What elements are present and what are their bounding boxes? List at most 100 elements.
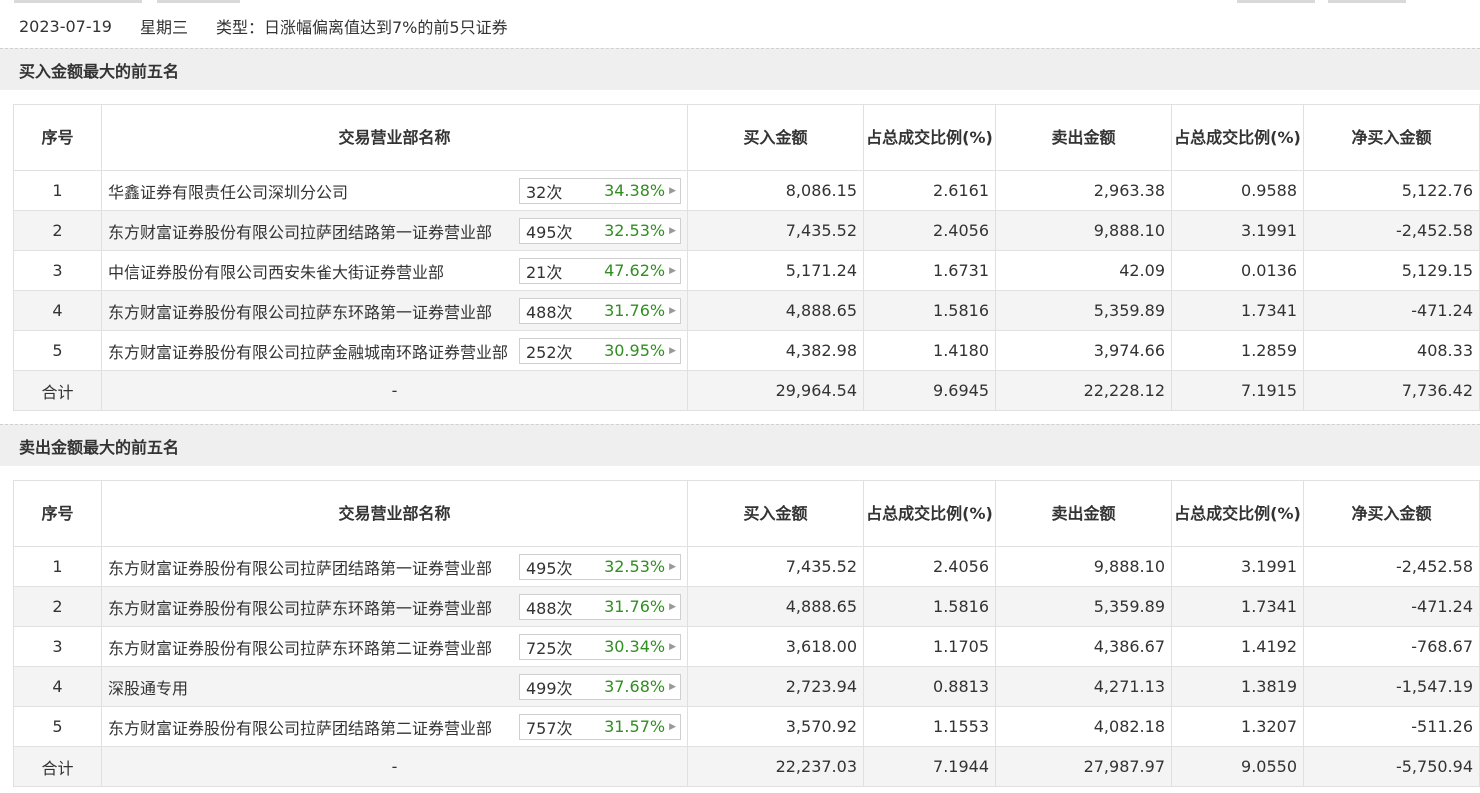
branch-wrap: 东方财富证券股份有限公司拉萨金融城南环路证券营业部 252次 30.95% ▶ [108,337,681,364]
branch-wrap: 东方财富证券股份有限公司拉萨东环路第一证券营业部 488次 31.76% ▶ [108,593,681,620]
total-sell-amount: 22,228.12 [995,370,1172,411]
buy-ratio: 1.5816 [863,586,996,627]
branch-stat-button[interactable]: 252次 30.95% ▶ [519,337,681,364]
table-row[interactable]: 3 中信证券股份有限公司西安朱雀大街证券营业部 21次 47.62% ▶ 5,171.24… [13,250,1480,291]
trade-info-line: 2023-07-19 星期三 类型：日涨幅偏离值达到7%的前5只证券 [0,6,1480,46]
branch-name-link[interactable]: 东方财富证券股份有限公司拉萨东环路第二证券营业部 [108,635,492,659]
col-header-buy-ratio[interactable]: 占总成交比例(%) [863,104,996,171]
sell-ratio: 3.1991 [1171,210,1304,251]
top-tab-edge [1328,0,1406,3]
branch-name-link[interactable]: 东方财富证券股份有限公司拉萨金融城南环路证券营业部 [108,339,508,363]
sell-amount: 4,082.18 [995,706,1172,747]
success-rate: 30.34% [604,637,666,656]
success-rate: 34.38% [604,181,666,200]
col-header-name[interactable]: 交易营业部名称 [101,104,688,171]
sell-ratio: 1.7341 [1171,586,1304,627]
col-header-sell-ratio[interactable]: 占总成交比例(%) [1171,104,1304,171]
branch-name-link[interactable]: 深股通专用 [108,675,188,699]
branch-stat-button[interactable]: 32次 34.38% ▶ [519,177,681,204]
listing-count: 757次 [526,718,573,738]
buy-amount: 3,570.92 [687,706,864,747]
sell-section-title: 卖出金额最大的前五名 [0,424,1480,466]
col-header-buy[interactable]: 买入金额 [687,480,864,547]
branch-name-link[interactable]: 东方财富证券股份有限公司拉萨团结路第一证券营业部 [108,555,492,579]
listing-count: 495次 [526,222,573,242]
total-name-placeholder: - [101,746,688,787]
total-label: 合计 [13,746,102,787]
sell-amount: 5,359.89 [995,290,1172,331]
row-index: 4 [13,666,102,707]
row-index: 5 [13,706,102,747]
branch-stat-button[interactable]: 757次 31.57% ▶ [519,713,681,740]
buy-amount: 4,888.65 [687,586,864,627]
branch-stat-button[interactable]: 725次 30.34% ▶ [519,633,681,660]
table-row[interactable]: 1 东方财富证券股份有限公司拉萨团结路第一证券营业部 495次 32.53% ▶ 7,43… [13,546,1480,587]
col-header-sell[interactable]: 卖出金额 [995,104,1172,171]
triangle-right-icon: ▶ [669,561,676,572]
table-row[interactable]: 5 东方财富证券股份有限公司拉萨金融城南环路证券营业部 252次 30.95% ▶ 4,3… [13,330,1480,371]
triangle-right-icon: ▶ [669,345,676,356]
branch-stat-button[interactable]: 495次 32.53% ▶ [519,553,681,580]
branch-wrap: 华鑫证券有限责任公司深圳分公司 32次 34.38% ▶ [108,177,681,204]
buy-amount: 7,435.52 [687,546,864,587]
table-row[interactable]: 3 东方财富证券股份有限公司拉萨东环路第二证券营业部 725次 30.34% ▶ 3,61… [13,626,1480,667]
total-sell-ratio: 9.0550 [1171,746,1304,787]
col-header-sell[interactable]: 卖出金额 [995,480,1172,547]
sell-ratio: 3.1991 [1171,546,1304,587]
sell-amount: 42.09 [995,250,1172,291]
sell-ratio: 1.3207 [1171,706,1304,747]
listing-count: 21次 [526,262,563,282]
branch-name-link[interactable]: 中信证券股份有限公司西安朱雀大街证券营业部 [108,259,444,283]
total-row: 合计 -29,964.54 9.6945 22,228.12 7.1915 7,736.4… [13,370,1480,411]
success-rate: 37.68% [604,677,666,696]
row-index: 4 [13,290,102,331]
sell-amount: 4,271.13 [995,666,1172,707]
trade-weekday: 星期三 [139,18,188,37]
branch-name-link[interactable]: 华鑫证券有限责任公司深圳分公司 [108,179,348,203]
success-rate: 32.53% [604,221,666,240]
triangle-right-icon: ▶ [669,305,676,316]
triangle-right-icon: ▶ [669,721,676,732]
branch-name-link[interactable]: 东方财富证券股份有限公司拉萨团结路第二证券营业部 [108,715,492,739]
triangle-right-icon: ▶ [669,185,676,196]
col-header-sell-ratio[interactable]: 占总成交比例(%) [1171,480,1304,547]
branch-name-link[interactable]: 东方财富证券股份有限公司拉萨团结路第一证券营业部 [108,219,492,243]
branch-cell: 东方财富证券股份有限公司拉萨团结路第二证券营业部 757次 31.57% ▶ [101,706,688,747]
branch-name-link[interactable]: 东方财富证券股份有限公司拉萨东环路第一证券营业部 [108,595,492,619]
row-index: 2 [13,210,102,251]
col-header-buy-ratio[interactable]: 占总成交比例(%) [863,480,996,547]
buy-amount: 8,086.15 [687,170,864,211]
total-buy-amount: 29,964.54 [687,370,864,411]
triangle-right-icon: ▶ [669,601,676,612]
table-row[interactable]: 5 东方财富证券股份有限公司拉萨团结路第二证券营业部 757次 31.57% ▶ 3,57… [13,706,1480,747]
sell-amount: 5,359.89 [995,586,1172,627]
branch-stat-button[interactable]: 495次 32.53% ▶ [519,217,681,244]
listing-count: 488次 [526,598,573,618]
col-header-net[interactable]: 净买入金额 [1303,480,1480,547]
triangle-right-icon: ▶ [669,225,676,236]
branch-name-link[interactable]: 东方财富证券股份有限公司拉萨东环路第一证券营业部 [108,299,492,323]
table-row[interactable]: 4 深股通专用 499次 37.68% ▶ 2,723.94 0.8813 4,271.13 1… [13,666,1480,707]
success-rate: 31.76% [604,597,666,616]
col-header-name[interactable]: 交易营业部名称 [101,480,688,547]
table-row[interactable]: 2 东方财富证券股份有限公司拉萨东环路第一证券营业部 488次 31.76% ▶ 4,88… [13,586,1480,627]
table-row[interactable]: 1 华鑫证券有限责任公司深圳分公司 32次 34.38% ▶ 8,086.15 2.6161… [13,170,1480,211]
success-rate: 32.53% [604,557,666,576]
col-header-buy[interactable]: 买入金额 [687,104,864,171]
branch-stat-button[interactable]: 21次 47.62% ▶ [519,257,681,284]
branch-stat-button[interactable]: 488次 31.76% ▶ [519,593,681,620]
table-row[interactable]: 4 东方财富证券股份有限公司拉萨东环路第一证券营业部 488次 31.76% ▶ 4,88… [13,290,1480,331]
branch-stat-button[interactable]: 488次 31.76% ▶ [519,297,681,324]
table-row[interactable]: 2 东方财富证券股份有限公司拉萨团结路第一证券营业部 495次 32.53% ▶ 7,43… [13,210,1480,251]
success-rate: 47.62% [604,261,666,280]
branch-cell: 东方财富证券股份有限公司拉萨东环路第二证券营业部 725次 30.34% ▶ [101,626,688,667]
sell-ratio: 0.0136 [1171,250,1304,291]
sell-amount: 4,386.67 [995,626,1172,667]
col-header-net[interactable]: 净买入金额 [1303,104,1480,171]
listing-count: 252次 [526,342,573,362]
listing-count: 725次 [526,638,573,658]
branch-wrap: 东方财富证券股份有限公司拉萨团结路第一证券营业部 495次 32.53% ▶ [108,553,681,580]
row-index: 3 [13,626,102,667]
sell-ratio: 1.4192 [1171,626,1304,667]
branch-stat-button[interactable]: 499次 37.68% ▶ [519,673,681,700]
